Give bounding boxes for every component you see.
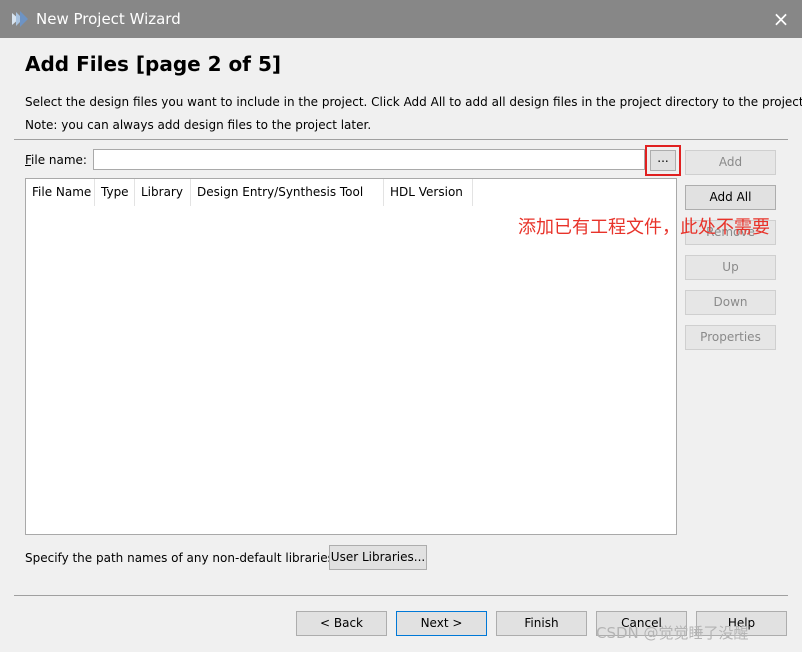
page-note: Note: you can always add design files to…: [25, 118, 372, 132]
page-description: Select the design files you want to incl…: [25, 95, 802, 109]
page-title: Add Files [page 2 of 5]: [25, 52, 282, 76]
column-header-library[interactable]: Library: [135, 179, 191, 206]
column-header-type[interactable]: Type: [95, 179, 135, 206]
column-header-file-name[interactable]: File Name: [26, 179, 95, 206]
close-icon[interactable]: ×: [768, 6, 794, 32]
title-bar: New Project Wizard ×: [0, 0, 802, 38]
column-header-hdl-version[interactable]: HDL Version: [384, 179, 473, 206]
next-button[interactable]: Next >: [396, 611, 487, 636]
user-libraries-button[interactable]: User Libraries...: [329, 545, 427, 570]
properties-button[interactable]: Properties: [685, 325, 776, 350]
header-divider: [14, 139, 788, 140]
libraries-label: Specify the path names of any non-defaul…: [25, 551, 338, 565]
back-button[interactable]: < Back: [296, 611, 387, 636]
add-button[interactable]: Add: [685, 150, 776, 175]
annotation-text: 添加已有工程文件，此处不需要: [518, 217, 770, 238]
file-name-input[interactable]: [93, 149, 645, 170]
add-all-button[interactable]: Add All: [685, 185, 776, 210]
watermark: CSDN @觉觉睡了没醒: [596, 624, 749, 642]
finish-button[interactable]: Finish: [496, 611, 587, 636]
browse-highlight-box: [645, 145, 681, 176]
file-name-label-rest: ile name:: [31, 153, 87, 167]
window-title: New Project Wizard: [36, 10, 181, 28]
down-button[interactable]: Down: [685, 290, 776, 315]
column-header-design-entry[interactable]: Design Entry/Synthesis Tool: [191, 179, 384, 206]
footer-divider: [14, 595, 788, 596]
up-button[interactable]: Up: [685, 255, 776, 280]
vivado-leaf-icon: [12, 11, 28, 27]
file-name-label: File name:: [25, 153, 87, 167]
